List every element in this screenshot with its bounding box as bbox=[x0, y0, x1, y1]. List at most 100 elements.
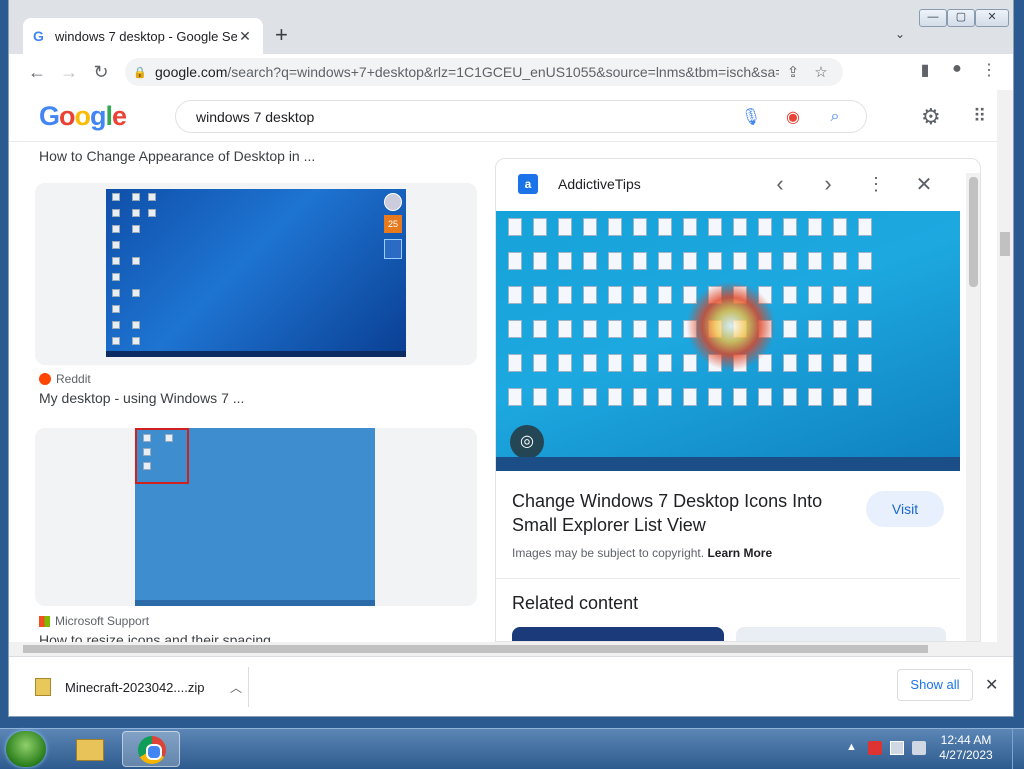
clock-gadget-icon bbox=[384, 193, 402, 211]
result-title[interactable]: How to resize icons and their spacing ..… bbox=[39, 632, 286, 642]
result-title[interactable]: My desktop - using Windows 7 ... bbox=[39, 390, 244, 406]
search-box[interactable]: windows 7 desktop 🎙 ◉ ⌕ bbox=[175, 100, 867, 133]
page-horizontal-scrollbar[interactable] bbox=[9, 642, 1013, 656]
tab-google-search[interactable]: G windows 7 desktop - Google Sea ✕ bbox=[23, 18, 263, 54]
microsoft-favicon-icon bbox=[39, 615, 50, 627]
address-url[interactable]: google.com/search?q=windows+7+desktop&rl… bbox=[155, 64, 779, 80]
google-lens-icon[interactable]: ◎ bbox=[510, 425, 544, 459]
chrome-menu-icon[interactable]: ⋮ bbox=[977, 60, 1001, 80]
tab-close-icon[interactable]: ✕ bbox=[237, 28, 253, 45]
volume-muted-icon[interactable] bbox=[912, 741, 926, 755]
weather-gadget-icon bbox=[384, 239, 402, 259]
panel-scroll-thumb[interactable] bbox=[969, 177, 978, 287]
chevron-up-icon[interactable]: ︿ bbox=[224, 679, 248, 696]
taskbar-chrome-button[interactable] bbox=[122, 731, 180, 767]
download-bar: Minecraft-2023042....zip ︿ Show all ✕ bbox=[9, 656, 1013, 716]
image-preview-panel: a AddictiveTips ‹ › ⋮ ✕ ◎ Change Windows… bbox=[495, 158, 981, 642]
result-image-card[interactable] bbox=[35, 428, 477, 606]
panel-divider bbox=[496, 578, 960, 579]
panel-scrollbar[interactable] bbox=[966, 173, 980, 641]
side-panel-icon[interactable]: ▮ bbox=[913, 60, 937, 80]
taskbar-clock[interactable]: 12:44 AM 4/27/2023 bbox=[934, 733, 998, 763]
bookmark-star-icon[interactable]: ☆ bbox=[807, 63, 835, 81]
preview-title[interactable]: Change Windows 7 Desktop Icons Into Smal… bbox=[512, 489, 852, 537]
learn-more-link[interactable]: Learn More bbox=[707, 546, 772, 560]
chrome-window: G windows 7 desktop - Google Sea ✕ + ⌄ —… bbox=[8, 0, 1014, 717]
result-source[interactable]: Reddit bbox=[39, 372, 91, 386]
lock-icon: 🔒 bbox=[133, 66, 147, 79]
folder-icon bbox=[76, 739, 104, 761]
next-image-icon[interactable]: › bbox=[816, 171, 840, 197]
related-thumbnail[interactable] bbox=[736, 627, 946, 641]
result-title[interactable]: How to Change Appearance of Desktop in .… bbox=[39, 148, 315, 164]
back-arrow-icon[interactable]: ← bbox=[21, 62, 53, 83]
microphone-icon[interactable]: 🎙 bbox=[730, 107, 772, 127]
reload-icon[interactable]: ↻ bbox=[85, 62, 117, 83]
apps-grid-icon[interactable]: ⠿ bbox=[973, 106, 986, 127]
tab-title: windows 7 desktop - Google Sea bbox=[55, 28, 237, 44]
reddit-favicon-icon bbox=[39, 373, 51, 385]
show-all-button[interactable]: Show all bbox=[897, 669, 973, 701]
calendar-gadget-icon: 25 bbox=[384, 215, 402, 233]
browser-toolbar: ← → ↻ 🔒 google.com/search?q=windows+7+de… bbox=[9, 54, 1013, 90]
search-input[interactable]: windows 7 desktop bbox=[196, 109, 730, 125]
page-vertical-scrollbar[interactable] bbox=[997, 90, 1013, 642]
result-source-name: Reddit bbox=[56, 372, 91, 386]
url-domain: google.com bbox=[155, 64, 228, 80]
address-bar[interactable]: 🔒 google.com/search?q=windows+7+desktop&… bbox=[125, 58, 843, 86]
windows-taskbar: ▲ 12:44 AM 4/27/2023 bbox=[0, 728, 1024, 769]
previous-image-icon[interactable]: ‹ bbox=[768, 171, 792, 197]
maximize-button[interactable]: ▢ bbox=[947, 9, 975, 27]
start-button[interactable] bbox=[6, 731, 46, 767]
download-file-name[interactable]: Minecraft-2023042....zip bbox=[65, 680, 224, 695]
preview-taskbar bbox=[496, 457, 960, 471]
copyright-text: Images may be subject to copyright. bbox=[512, 546, 705, 560]
close-panel-icon[interactable]: ✕ bbox=[912, 172, 936, 197]
result-image-card[interactable]: 25 ☝ bbox=[35, 183, 477, 365]
vertical-scroll-thumb[interactable] bbox=[1000, 232, 1010, 256]
thumbnail-taskbar bbox=[106, 351, 406, 357]
google-logo[interactable]: Google bbox=[39, 101, 127, 132]
related-thumbnail[interactable] bbox=[512, 627, 724, 641]
copyright-notice: Images may be subject to copyright. Lear… bbox=[512, 546, 772, 560]
search-icon[interactable]: ⌕ bbox=[814, 108, 856, 126]
more-options-icon[interactable]: ⋮ bbox=[864, 174, 888, 195]
tab-strip: G windows 7 desktop - Google Sea ✕ + ⌄ —… bbox=[9, 0, 1013, 54]
chrome-icon bbox=[138, 736, 166, 764]
download-item[interactable]: Minecraft-2023042....zip ︿ bbox=[21, 667, 249, 707]
profile-avatar-icon[interactable]: ● bbox=[945, 60, 969, 78]
google-favicon-icon: G bbox=[33, 28, 44, 44]
result-thumbnail[interactable]: 25 bbox=[106, 189, 406, 357]
network-icon[interactable] bbox=[890, 741, 904, 755]
result-source[interactable]: Microsoft Support bbox=[39, 614, 149, 628]
result-source-name: Microsoft Support bbox=[55, 614, 150, 628]
action-center-flag-icon[interactable] bbox=[868, 741, 882, 755]
new-tab-button[interactable]: + bbox=[275, 24, 288, 46]
horizontal-scroll-thumb[interactable] bbox=[23, 645, 928, 653]
visit-button[interactable]: Visit bbox=[866, 491, 944, 527]
addictivetips-favicon-icon: a bbox=[518, 174, 538, 194]
share-icon[interactable]: ⇪ bbox=[779, 63, 807, 81]
minimize-button[interactable]: — bbox=[919, 9, 947, 27]
close-window-button[interactable]: ✕ bbox=[975, 9, 1009, 27]
result-thumbnail[interactable] bbox=[135, 428, 375, 606]
preview-image[interactable]: ◎ bbox=[496, 211, 960, 471]
zip-file-icon bbox=[35, 678, 51, 696]
show-desktop-button[interactable] bbox=[1012, 729, 1024, 769]
taskbar-explorer-button[interactable] bbox=[60, 731, 118, 767]
camera-search-icon[interactable]: ◉ bbox=[772, 107, 814, 127]
tab-search-chevron-icon[interactable]: ⌄ bbox=[895, 27, 905, 41]
thumbnail-taskbar bbox=[135, 600, 375, 606]
related-content-heading: Related content bbox=[512, 593, 639, 613]
clock-date: 4/27/2023 bbox=[939, 748, 993, 762]
settings-gear-icon[interactable]: ⚙ bbox=[921, 104, 941, 130]
show-hidden-icons-icon[interactable]: ▲ bbox=[846, 741, 857, 753]
forward-arrow-icon[interactable]: → bbox=[53, 62, 85, 83]
google-header: Google windows 7 desktop 🎙 ◉ ⌕ ⚙ ⠿ bbox=[9, 90, 997, 142]
panel-source-name[interactable]: AddictiveTips bbox=[558, 176, 641, 192]
google-images-page: Google windows 7 desktop 🎙 ◉ ⌕ ⚙ ⠿ How t… bbox=[9, 90, 997, 642]
windows-logo-glow bbox=[686, 281, 776, 371]
close-download-bar-icon[interactable]: ✕ bbox=[985, 675, 998, 695]
url-path: /search?q=windows+7+desktop&rlz=1C1GCEU_… bbox=[227, 64, 779, 80]
clock-time: 12:44 AM bbox=[940, 733, 992, 747]
